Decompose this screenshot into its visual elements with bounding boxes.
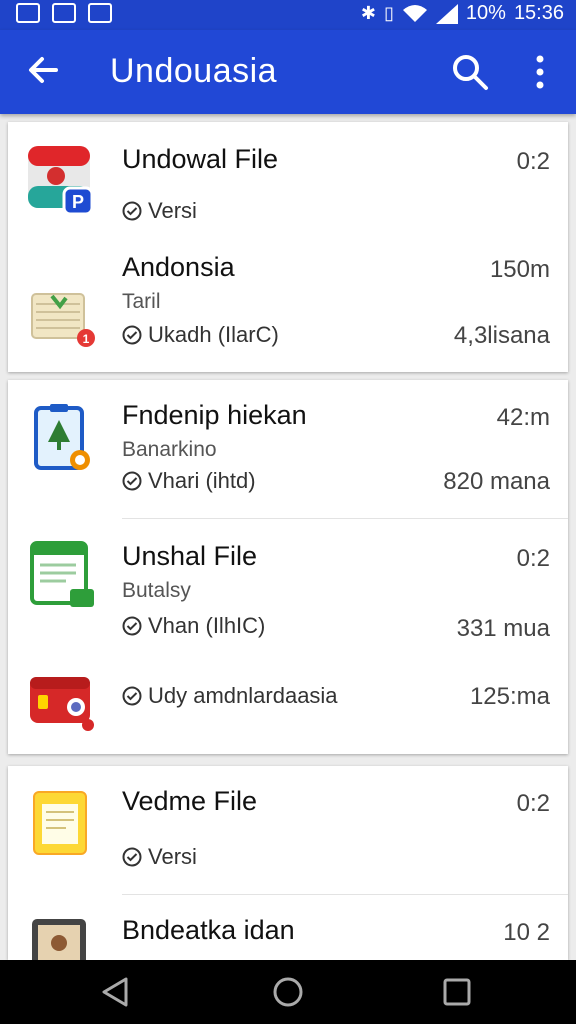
version-text: Ukadh (IlarC) xyxy=(148,322,279,347)
yellow-note-icon xyxy=(33,791,87,855)
version-label: Udy amdnlardaasia xyxy=(122,683,338,709)
app-bar: Undouasia xyxy=(0,30,576,114)
file-time: 0:2 xyxy=(516,790,550,817)
list-item[interactable]: Vedme File Versi 0:2 xyxy=(8,766,568,894)
file-app-icon: P xyxy=(28,146,94,214)
svg-text:P: P xyxy=(72,192,84,212)
list-item[interactable]: Bndeatka idan 10 2 xyxy=(8,895,568,960)
version-label: Versi xyxy=(122,198,197,224)
version-label: Vhari (ihtd) xyxy=(122,468,256,494)
back-nav-icon[interactable] xyxy=(100,976,130,1008)
file-name: Vedme File xyxy=(122,786,258,816)
file-card: P Undowal File Versi 0:2 1 Andonsia Tari… xyxy=(8,122,568,372)
file-detail: 820 mana xyxy=(443,468,550,495)
check-circle-icon xyxy=(122,325,142,345)
notification-icon xyxy=(52,3,76,23)
back-arrow-icon[interactable] xyxy=(24,50,64,90)
file-name: Unshal File xyxy=(122,541,258,571)
version-text: Udy amdnlardaasia xyxy=(148,683,338,708)
file-subtitle: Butalsy xyxy=(122,579,191,602)
recents-nav-icon[interactable] xyxy=(442,976,472,1008)
version-text: Versi xyxy=(148,198,197,223)
green-document-icon xyxy=(30,541,94,607)
version-label: Vhan (IlhIC) xyxy=(122,613,265,639)
file-detail: 4,3lisana xyxy=(453,322,550,349)
file-detail: 331 mua xyxy=(456,615,550,642)
version-label: Ukadh (IlarC) xyxy=(122,322,279,348)
search-icon[interactable] xyxy=(450,52,490,92)
home-nav-icon[interactable] xyxy=(272,976,304,1008)
vibrate-icon: ▯ xyxy=(384,3,394,23)
file-name: Undowal File xyxy=(122,144,279,174)
list-item[interactable]: Unshal File Butalsy Vhan (IlhIC) 0:2 331… xyxy=(8,519,568,659)
notification-icon xyxy=(16,3,40,23)
file-time: 0:2 xyxy=(516,148,550,175)
file-detail: 125:ma xyxy=(469,683,550,710)
photo-file-icon xyxy=(32,919,86,960)
version-label: Versi xyxy=(122,844,197,870)
version-text: Vhan (IlhIC) xyxy=(148,613,266,638)
document-stack-icon: 1 xyxy=(31,293,95,347)
alarm-icon: ✱ xyxy=(360,3,376,23)
battery-text: 10% xyxy=(465,2,506,24)
wifi-icon xyxy=(402,4,427,22)
status-time: 15:36 xyxy=(513,2,564,24)
page-title: Undouasia xyxy=(110,52,278,90)
list-item[interactable]: Udy amdnlardaasia 125:ma xyxy=(8,659,568,754)
file-subtitle: Banarkino xyxy=(122,438,217,461)
signal-icon xyxy=(435,3,458,24)
more-vert-icon[interactable] xyxy=(530,52,550,92)
version-text: Versi xyxy=(148,844,197,869)
version-text: Vhari (ihtd) xyxy=(148,468,256,493)
file-subtitle: Taril xyxy=(122,290,161,313)
red-box-icon xyxy=(30,677,94,731)
check-circle-icon xyxy=(122,847,142,867)
check-circle-icon xyxy=(122,471,142,491)
file-size: 150m xyxy=(489,256,550,283)
file-card: Fndenip hiekan Banarkino Vhari (ihtd) 42… xyxy=(8,380,568,754)
file-time: 10 2 xyxy=(503,919,550,946)
clipboard-tree-icon xyxy=(34,404,90,470)
status-bar: ✱ ▯ 10% 15:36 xyxy=(0,0,576,30)
list-item[interactable]: P Undowal File Versi 0:2 xyxy=(8,122,568,242)
navigation-bar xyxy=(0,960,576,1024)
file-name: Bndeatka idan xyxy=(122,915,295,945)
svg-text:1: 1 xyxy=(83,332,90,346)
file-name: Fndenip hiekan xyxy=(122,400,307,430)
check-circle-icon xyxy=(122,616,142,636)
check-circle-icon xyxy=(122,686,142,706)
file-time: 0:2 xyxy=(516,545,550,572)
file-card: Vedme File Versi 0:2 Bndeatka idan 10 2 xyxy=(8,766,568,960)
notification-icon xyxy=(88,3,112,23)
file-name: Andonsia xyxy=(122,252,235,282)
file-size: 42:m xyxy=(496,404,550,431)
check-circle-icon xyxy=(122,201,142,221)
list-item[interactable]: Fndenip hiekan Banarkino Vhari (ihtd) 42… xyxy=(8,380,568,518)
list-item[interactable]: 1 Andonsia Taril Ukadh (IlarC) 150m 4,3l… xyxy=(8,242,568,372)
